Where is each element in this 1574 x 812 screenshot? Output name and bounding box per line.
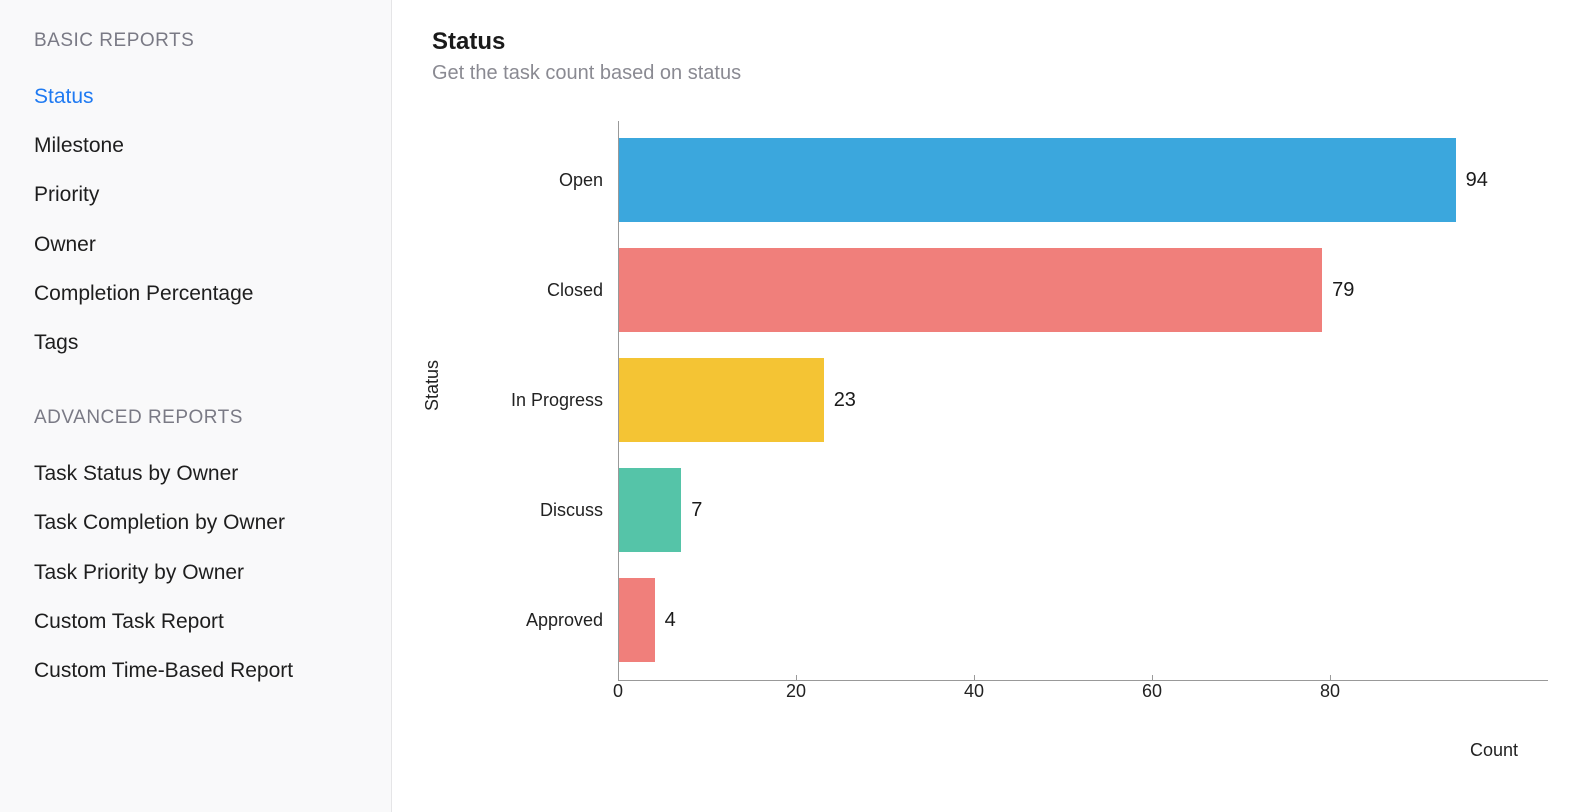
sidebar-item-priority[interactable]: Priority — [34, 170, 361, 219]
sidebar-item-custom-task-report[interactable]: Custom Task Report — [34, 597, 361, 646]
sidebar-item-owner[interactable]: Owner — [34, 220, 361, 269]
chart-y-axis-label: Status — [422, 360, 443, 411]
chart-value-label: 94 — [1466, 169, 1488, 192]
main-content: Status Get the task count based on statu… — [392, 0, 1574, 812]
chart-bar — [619, 138, 1456, 222]
sidebar-item-completion-percentage[interactable]: Completion Percentage — [34, 269, 361, 318]
chart-x-tick: 80 — [1320, 681, 1340, 702]
chart-x-axis-label: Count — [1470, 740, 1518, 761]
chart-bar — [619, 468, 681, 552]
chart-bar — [619, 578, 655, 662]
chart-bar — [619, 248, 1322, 332]
chart-bar — [619, 358, 824, 442]
chart-value-label: 7 — [691, 499, 702, 522]
chart-x-tick: 20 — [786, 681, 806, 702]
chart-x-tick: 40 — [964, 681, 984, 702]
chart-value-label: 79 — [1332, 279, 1354, 302]
chart-x-tick: 0 — [613, 681, 623, 702]
chart: Status Open94Closed79In Progress23Discus… — [432, 121, 1534, 761]
page-subtitle: Get the task count based on status — [432, 62, 1534, 85]
chart-x-tick: 60 — [1142, 681, 1162, 702]
sidebar-section-header-advanced: ADVANCED REPORTS — [34, 407, 361, 429]
sidebar-item-tags[interactable]: Tags — [34, 318, 361, 367]
sidebar: BASIC REPORTS Status Milestone Priority … — [0, 0, 392, 812]
chart-category-label: Discuss — [540, 500, 603, 521]
chart-bar-row: Closed79 — [619, 235, 1548, 345]
chart-category-label: Closed — [547, 280, 603, 301]
chart-category-label: Approved — [526, 610, 603, 631]
chart-value-label: 4 — [665, 609, 676, 632]
sidebar-item-milestone[interactable]: Milestone — [34, 121, 361, 170]
sidebar-item-task-status-by-owner[interactable]: Task Status by Owner — [34, 449, 361, 498]
chart-bar-row: Discuss7 — [619, 455, 1548, 565]
sidebar-item-task-completion-by-owner[interactable]: Task Completion by Owner — [34, 498, 361, 547]
chart-category-label: In Progress — [511, 390, 603, 411]
chart-plot: Open94Closed79In Progress23Discuss7Appro… — [618, 121, 1548, 721]
chart-bar-row: Approved4 — [619, 565, 1548, 675]
sidebar-item-task-priority-by-owner[interactable]: Task Priority by Owner — [34, 548, 361, 597]
page-title: Status — [432, 28, 1534, 56]
sidebar-section-header-basic: BASIC REPORTS — [34, 30, 361, 52]
chart-category-label: Open — [559, 170, 603, 191]
sidebar-item-status[interactable]: Status — [34, 72, 361, 121]
chart-value-label: 23 — [834, 389, 856, 412]
chart-bar-row: In Progress23 — [619, 345, 1548, 455]
sidebar-item-custom-time-based-report[interactable]: Custom Time-Based Report — [34, 646, 361, 695]
chart-bar-row: Open94 — [619, 125, 1548, 235]
